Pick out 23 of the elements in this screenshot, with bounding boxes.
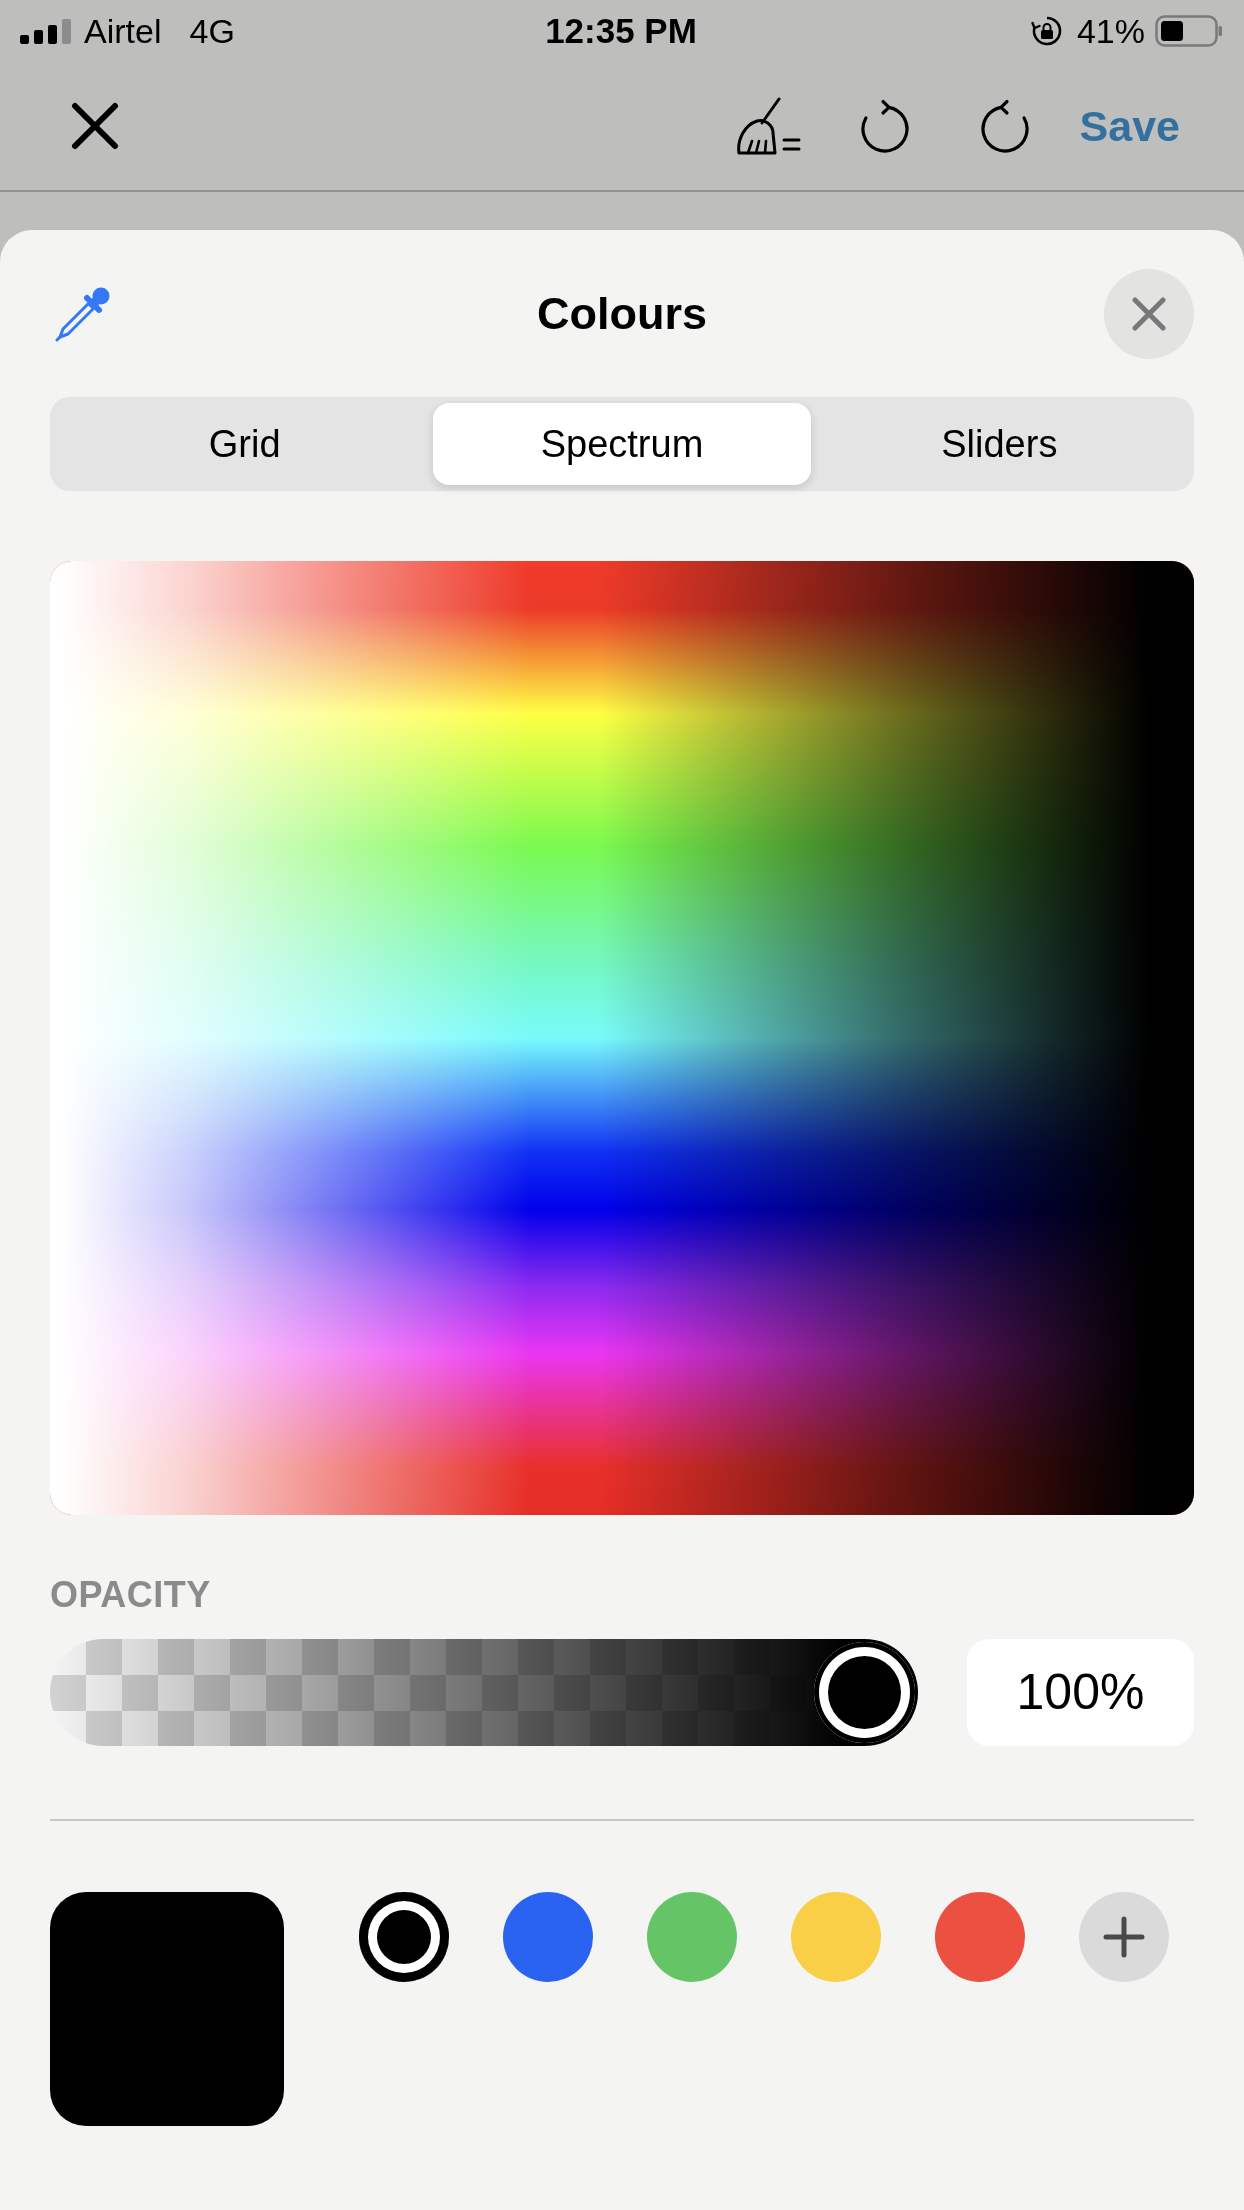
tab[interactable]: Grid (56, 403, 434, 485)
signal-icon (20, 18, 71, 44)
plus-icon (1102, 1915, 1146, 1959)
carrier-name: Airtel (84, 11, 162, 51)
color-spectrum[interactable] (50, 561, 1194, 1515)
close-button[interactable] (70, 102, 120, 150)
tab[interactable]: Sliders (810, 403, 1188, 485)
eyedropper-button[interactable] (55, 286, 111, 342)
opacity-label: OPACITY (50, 1573, 211, 1617)
sheet-title: Colours (537, 287, 707, 341)
opacity-field[interactable]: 100% (967, 1639, 1194, 1746)
clear-button[interactable] (734, 97, 801, 155)
tab[interactable]: Spectrum (433, 403, 811, 485)
rotation-lock-icon (1030, 15, 1063, 47)
broom-icon (734, 97, 801, 155)
battery-icon (1155, 15, 1222, 47)
slider-thumb[interactable] (814, 1642, 915, 1743)
eyedropper-icon (55, 286, 111, 342)
network-type: 4G (189, 11, 235, 51)
battery-percentage: 41% (1076, 11, 1145, 51)
close-icon (1132, 297, 1166, 331)
clock-time: 12:35 PM (545, 11, 697, 51)
close-icon (70, 102, 120, 150)
